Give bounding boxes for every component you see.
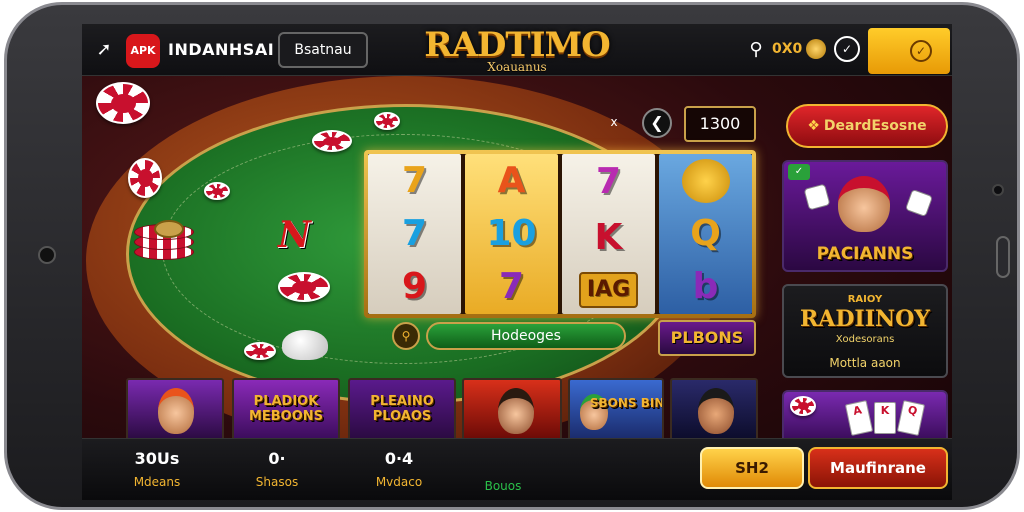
reel-symbol: 7: [595, 161, 622, 202]
character-portrait: [838, 176, 890, 232]
reel-symbol: A: [497, 159, 526, 201]
reel-symbol: 7: [498, 266, 525, 308]
stat-label: Mdeans: [133, 475, 181, 489]
stat-label: Bouos: [484, 479, 522, 493]
sub-menu-button[interactable]: Bsatnau: [278, 32, 368, 68]
reel-symbol: K: [594, 217, 623, 258]
casino-chip: [790, 396, 816, 416]
reward-pill-label: DeardEsosne: [823, 118, 927, 134]
bet-control: ⚲ Hodeoges: [382, 320, 642, 352]
dice-icon: [803, 183, 831, 211]
stat-mdeans: 30Us Mdeans: [102, 449, 212, 491]
reel-symbol: 9: [401, 266, 428, 308]
stat-mvdaco: 0·4 Mvdaco: [344, 449, 454, 491]
emoji-face-symbol: [681, 158, 730, 203]
coin-icon: [806, 39, 826, 59]
home-button[interactable]: [38, 246, 56, 264]
stat-bouos: Bouos: [448, 473, 558, 495]
search-icon[interactable]: ⚲: [392, 322, 420, 350]
reel-3: 7 K IAG: [562, 154, 655, 314]
thumbnail-title: PLADIOK MEBOONS: [248, 394, 324, 424]
reel-symbol: 7: [401, 212, 428, 254]
thumbnail-title: SBONS BINIA: [589, 396, 664, 410]
slot-reels: 7 7 9 A 10 7 7 K IAG Q b: [368, 154, 752, 314]
dice-icon: [904, 188, 934, 218]
card-kicker: RAIOY: [847, 294, 883, 305]
settings-icon: ✓: [910, 40, 932, 62]
reel-4: Q b: [659, 154, 752, 314]
coin-count: 0X0: [772, 41, 803, 57]
casino-chip: [244, 342, 276, 360]
stat-value: 30Us: [134, 449, 180, 468]
game-card-pacianns[interactable]: ✓ PACIANNS: [782, 160, 948, 272]
table-letter: N: [278, 214, 311, 256]
reel-symbol: 10: [486, 212, 537, 254]
reel-symbol: Q: [690, 212, 721, 254]
stat-value: 0·: [268, 449, 286, 468]
primary-button[interactable]: Maufinrane: [808, 447, 948, 489]
reel-2: A 10 7: [465, 154, 558, 314]
dealer-button: [154, 220, 184, 238]
close-icon[interactable]: x: [602, 110, 626, 134]
card-title: PACIANNS: [816, 244, 914, 264]
menu-button[interactable]: ✓: [868, 28, 950, 74]
clock-icon[interactable]: ✓: [834, 36, 860, 62]
thumbnail-title: PLEAINO PLOAOS: [370, 394, 434, 424]
back-circle-button[interactable]: ❮: [642, 108, 672, 138]
logo-title: RADTIMO: [424, 25, 611, 65]
game-screen: ➚ APK INDANHSAI Bsatnau RADTIMO Xoauanus…: [82, 24, 952, 500]
reward-pill-button[interactable]: ❖ DeardEsosne: [786, 104, 948, 148]
phone-device: ➚ APK INDANHSAI Bsatnau RADTIMO Xoauanus…: [0, 0, 1024, 512]
game-thumbnail[interactable]: PLADIOK MEBOONS: [232, 378, 340, 442]
camera-lens: [992, 184, 1004, 196]
app-name: INDANHSAI: [168, 40, 275, 59]
gift-icon: ❖: [807, 118, 820, 134]
reel-symbol: b: [692, 266, 719, 308]
card-title: RADIINOY: [800, 306, 930, 332]
casino-chip: [312, 130, 352, 152]
stat-label: Shasos: [255, 475, 299, 489]
reel-symbol: IAG: [578, 272, 639, 308]
casino-chip: [128, 158, 162, 198]
character-portrait: [498, 388, 534, 434]
card-footer: Mottla aaon: [829, 356, 901, 370]
game-logo: RADTIMO Xoauanus: [422, 26, 612, 74]
casino-chip: [374, 112, 400, 130]
dice-cup: [282, 330, 328, 360]
stat-shasos: 0· Shasos: [222, 449, 332, 491]
check-icon: ✓: [788, 164, 810, 180]
game-thumbnail[interactable]: [670, 378, 758, 442]
search-icon[interactable]: ⚲: [744, 38, 768, 62]
secondary-button[interactable]: SH2: [700, 447, 804, 489]
stat-label: Mvdaco: [375, 475, 423, 489]
balance-display: 1300: [684, 106, 756, 142]
slot-machine[interactable]: 7 7 9 A 10 7 7 K IAG Q b: [364, 150, 756, 318]
casino-chip: [204, 182, 230, 200]
game-thumbnail[interactable]: [462, 378, 562, 442]
game-thumbnails: PLADIOK MEBOONS PLEAINO PLOAOS SBONS BIN…: [126, 378, 758, 442]
playing-card: A: [844, 400, 874, 436]
power-button[interactable]: [996, 236, 1010, 278]
character-portrait: [698, 388, 734, 434]
game-thumbnail[interactable]: [126, 378, 224, 442]
character-portrait: [158, 388, 194, 434]
top-bar: ➚ APK INDANHSAI Bsatnau RADTIMO Xoauanus…: [82, 24, 952, 76]
game-card-radiinoy[interactable]: RAIOY RADIINOY Xodesorans Mottla aaon: [782, 284, 948, 378]
apk-badge[interactable]: APK: [126, 34, 160, 68]
bottom-bar: 30Us Mdeans 0· Shasos 0·4 Mvdaco Bouos S…: [82, 438, 952, 500]
game-card-cards[interactable]: A K Q: [782, 390, 948, 442]
back-arrow-icon[interactable]: ➚: [92, 38, 116, 62]
bet-bar[interactable]: Hodeoges: [426, 322, 626, 350]
casino-chip: [278, 272, 330, 302]
reel-symbol: 7: [401, 159, 428, 201]
game-thumbnail[interactable]: PLEAINO PLOAOS: [348, 378, 456, 442]
reel-1: 7 7 9: [368, 154, 461, 314]
playing-card: K: [874, 402, 896, 434]
card-subtitle: Xodesorans: [835, 334, 895, 345]
game-thumbnail[interactable]: SBONS BINIA: [568, 378, 664, 442]
plays-label[interactable]: PLBONS: [658, 320, 756, 356]
casino-chip: [96, 82, 150, 124]
playing-card: Q: [896, 400, 926, 436]
stat-value: 0·4: [384, 449, 414, 468]
